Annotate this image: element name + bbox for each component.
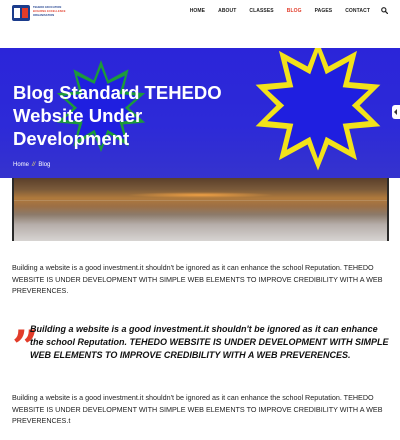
breadcrumb-current: Blog bbox=[38, 162, 51, 168]
logo-icon bbox=[12, 5, 30, 21]
page-title: Blog Standard TEHEDO Website Under Devel… bbox=[13, 82, 222, 149]
site-header: TEHEDO EDUCATION BUILDING EXCELLENCE ORG… bbox=[0, 0, 400, 28]
nav-classes[interactable]: CLASSES bbox=[249, 8, 273, 14]
breadcrumb-separator: // bbox=[32, 162, 36, 168]
yellow-star-shape bbox=[255, 48, 381, 171]
nav-home[interactable]: HOME bbox=[190, 8, 205, 14]
breadcrumb: Home // Blog bbox=[13, 162, 50, 168]
featured-image bbox=[12, 178, 389, 241]
hero-banner: Blog Standard TEHEDO Website Under Devel… bbox=[0, 48, 400, 178]
site-logo[interactable]: TEHEDO EDUCATION BUILDING EXCELLENCE ORG… bbox=[12, 4, 78, 22]
nav-pages[interactable]: PAGES bbox=[315, 8, 333, 14]
post-paragraph-1: Building a website is a good investment.… bbox=[12, 263, 383, 295]
main-nav: HOME ABOUT CLASSES BLOG PAGES CONTACT bbox=[190, 7, 388, 14]
nav-blog[interactable]: BLOG bbox=[287, 8, 302, 14]
nav-contact[interactable]: CONTACT bbox=[345, 8, 370, 14]
quote-text: Building a website is a good investment.… bbox=[30, 324, 389, 360]
blockquote: ” Building a website is a good investmen… bbox=[12, 322, 392, 372]
nav-about[interactable]: ABOUT bbox=[218, 8, 236, 14]
post-paragraph-2: Building a website is a good investment.… bbox=[12, 393, 383, 425]
logo-line-3: ORGANISATION bbox=[33, 14, 55, 18]
breadcrumb-home[interactable]: Home bbox=[13, 162, 29, 168]
logo-text: TEHEDO EDUCATION BUILDING EXCELLENCE ORG… bbox=[33, 6, 79, 19]
search-icon[interactable] bbox=[381, 7, 388, 14]
chevron-left-icon[interactable] bbox=[392, 105, 400, 119]
